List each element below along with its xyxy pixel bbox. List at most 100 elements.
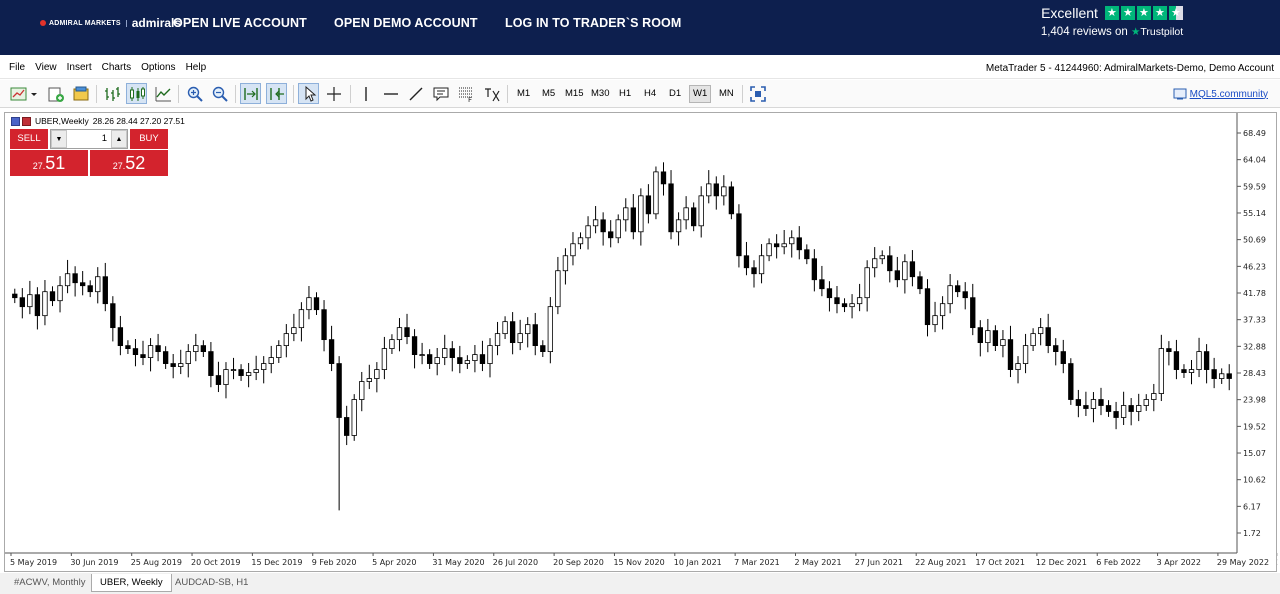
candle	[72, 266, 78, 297]
timeframe-m30[interactable]: M30	[588, 85, 612, 103]
new-chart-button[interactable]	[9, 83, 39, 104]
lot-increase-button[interactable]: ▲	[111, 130, 127, 148]
lot-decrease-button[interactable]: ▼	[51, 130, 67, 148]
candle	[57, 276, 63, 313]
candle	[1181, 364, 1187, 378]
crosshair-button[interactable]	[323, 83, 344, 104]
trustpilot-star-icon: ★	[1130, 26, 1141, 38]
candle	[155, 333, 161, 362]
zoom-out-button[interactable]	[209, 83, 230, 104]
timeframe-w1[interactable]: W1	[689, 85, 712, 103]
candle	[864, 260, 870, 312]
y-tick-label: 1.72	[1243, 529, 1261, 538]
menu-charts[interactable]: Charts	[97, 62, 136, 73]
x-tick-label: 30 Jun 2019	[70, 558, 118, 567]
y-tick-label: 37.33	[1243, 316, 1266, 325]
lot-stepper[interactable]: ▼ 1 ▲	[50, 129, 128, 149]
candle	[359, 371, 365, 412]
buy-button[interactable]: BUY	[130, 129, 168, 149]
trendline-button[interactable]	[405, 83, 426, 104]
candle	[653, 166, 659, 220]
candlestick-button[interactable]	[126, 83, 147, 104]
open-demo-account-link[interactable]: OPEN DEMO ACCOUNT	[334, 16, 478, 30]
buy-price-button[interactable]: 27.52	[90, 150, 168, 176]
candle	[562, 248, 569, 285]
add-chart-button[interactable]	[45, 83, 66, 104]
candle	[162, 346, 169, 369]
menu-file[interactable]: File	[4, 62, 30, 73]
timeframe-m15[interactable]: M15	[562, 85, 586, 103]
star-icon: ★	[1136, 6, 1151, 20]
candle	[351, 394, 357, 441]
candle	[804, 244, 810, 265]
mql5-community-link[interactable]: MQL5.community	[1173, 88, 1268, 100]
chart-window[interactable]: 68.49 64.04 59.59 55.14 50.69 46.23 41.78 37.33…	[4, 112, 1278, 573]
candlestick-chart[interactable]: 68.49 64.04 59.59 55.14 50.69 46.23 41.78 37.33…	[5, 113, 1278, 573]
cursor-button[interactable]	[298, 83, 319, 104]
chart-shift-button[interactable]	[266, 83, 287, 104]
admiral-markets-logo[interactable]: ADMIRAL MARKETS admirals	[40, 16, 181, 30]
line-chart-button[interactable]	[152, 83, 173, 104]
lot-input[interactable]: 1	[67, 130, 111, 148]
traders-room-login-link[interactable]: LOG IN TO TRADER`S ROOM	[505, 16, 681, 30]
fibonacci-button[interactable]: F	[455, 83, 476, 104]
candle	[555, 256, 561, 315]
tab-acwv-monthly[interactable]: #ACWV, Monthly	[6, 574, 93, 592]
menu-insert[interactable]: Insert	[62, 62, 97, 73]
timeframe-d1[interactable]: D1	[666, 85, 684, 103]
line-chart-icon	[155, 86, 171, 101]
shapes-icon	[484, 87, 500, 101]
tab-uber-weekly[interactable]: UBER, Weekly	[91, 574, 172, 592]
horizontal-line-button[interactable]	[380, 83, 401, 104]
candle	[766, 238, 772, 262]
sell-price-small: 27.	[32, 161, 46, 171]
y-tick-label: 50.69	[1243, 236, 1266, 245]
candle	[19, 288, 25, 319]
trendline-icon	[409, 87, 422, 100]
open-live-account-link[interactable]: OPEN LIVE ACCOUNT	[173, 16, 307, 30]
profiles-button[interactable]	[70, 83, 91, 104]
candle	[344, 405, 350, 446]
x-tick-label: 20 Sep 2020	[553, 558, 604, 567]
timeframe-h1[interactable]: H1	[616, 85, 634, 103]
candle	[87, 280, 93, 298]
sell-button[interactable]: SELL	[10, 129, 48, 149]
candle	[396, 318, 403, 352]
vertical-line-button[interactable]	[355, 83, 376, 104]
timeframe-mn[interactable]: MN	[716, 85, 737, 103]
chart-symbol-icons	[11, 116, 31, 126]
candle	[178, 349, 184, 375]
trustpilot-widget[interactable]: Excellent ★ ★ ★ ★ ★ 1,404 reviews on ★Tr…	[1032, 5, 1192, 38]
candle	[1007, 325, 1014, 378]
candle	[675, 212, 682, 246]
fullscreen-button[interactable]	[747, 83, 768, 104]
tab-audcad-h1[interactable]: AUDCAD-SB, H1	[167, 574, 256, 592]
menu-help[interactable]: Help	[181, 62, 212, 73]
chart-symbol: UBER,Weekly	[35, 116, 89, 126]
top-banner: ADMIRAL MARKETS admirals OPEN LIVE ACCOU…	[0, 0, 1280, 55]
candle	[947, 274, 953, 314]
bar-chart-button[interactable]	[101, 83, 122, 104]
y-tick-label: 59.59	[1243, 182, 1266, 191]
candle	[306, 286, 312, 320]
sell-price-button[interactable]: 27.51	[10, 150, 88, 176]
timeframe-m1[interactable]: M1	[514, 85, 533, 103]
bar-chart-icon	[104, 86, 120, 101]
y-tick-label: 41.78	[1243, 289, 1266, 298]
candle	[79, 271, 86, 296]
text-label-button[interactable]	[430, 83, 451, 104]
menu-view[interactable]: View	[30, 62, 62, 73]
trustpilot-logo: ★Trustpilot	[1130, 26, 1184, 38]
menu-options[interactable]: Options	[136, 62, 180, 73]
x-tick-label: 29 May 2022	[1217, 558, 1269, 567]
shapes-button[interactable]	[481, 83, 502, 104]
zoom-in-button[interactable]	[184, 83, 205, 104]
candle	[64, 259, 71, 294]
timeframe-m5[interactable]: M5	[539, 85, 558, 103]
timeframe-h4[interactable]: H4	[641, 85, 659, 103]
candle	[887, 246, 893, 283]
candle	[615, 214, 621, 244]
candle	[879, 250, 885, 265]
autoscroll-button[interactable]	[240, 83, 261, 104]
candle	[442, 334, 448, 366]
